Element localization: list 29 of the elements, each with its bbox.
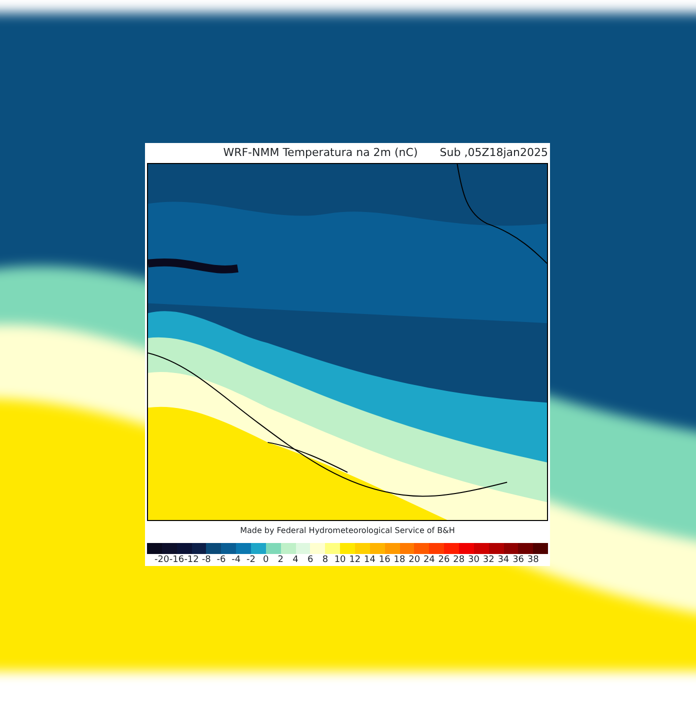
scale-tick-label: 4 — [292, 554, 300, 566]
scale-tick-label: -16 — [169, 554, 184, 566]
scale-tick-label: 10 — [333, 554, 347, 566]
scale-tick-label: 20 — [408, 554, 422, 566]
scale-tick-label: -20 — [154, 554, 170, 566]
scale-tick-label: 14 — [363, 554, 376, 566]
scale-tick-label: 18 — [392, 554, 406, 566]
scale-tick-label: 16 — [378, 554, 392, 566]
scale-tick-label: 32 — [482, 554, 496, 566]
scale-tick-label: 0 — [262, 554, 270, 566]
scale-tick-label: -4 — [230, 554, 242, 566]
scale-tick-label: 28 — [452, 554, 466, 566]
valid-time: Sub ,05Z18jan2025 — [440, 145, 548, 161]
scale-tick-label: -12 — [184, 554, 199, 566]
map-title: WRF-NMM Temperatura na 2m (nC) — [223, 145, 418, 161]
scale-tick-label: 30 — [467, 554, 480, 566]
scale-tick-label: 12 — [348, 554, 362, 566]
scale-tick-label: 24 — [422, 554, 436, 566]
credit-text: Made by Federal Hydrometeorological Service of B&H — [239, 525, 456, 537]
scale-tick-label: -2 — [245, 554, 256, 566]
scale-tick-label: 8 — [321, 554, 330, 566]
scale-tick-label: 2 — [276, 554, 285, 566]
scale-tick-label: 38 — [526, 554, 540, 566]
scale-tick-label: -6 — [216, 554, 227, 566]
scale-tick-label: 36 — [512, 554, 526, 566]
scale-tick-label: -8 — [200, 554, 212, 566]
scale-tick-label: 34 — [496, 554, 510, 566]
scale-tick-label: 6 — [306, 554, 314, 566]
scale-tick-label: 26 — [437, 554, 451, 566]
